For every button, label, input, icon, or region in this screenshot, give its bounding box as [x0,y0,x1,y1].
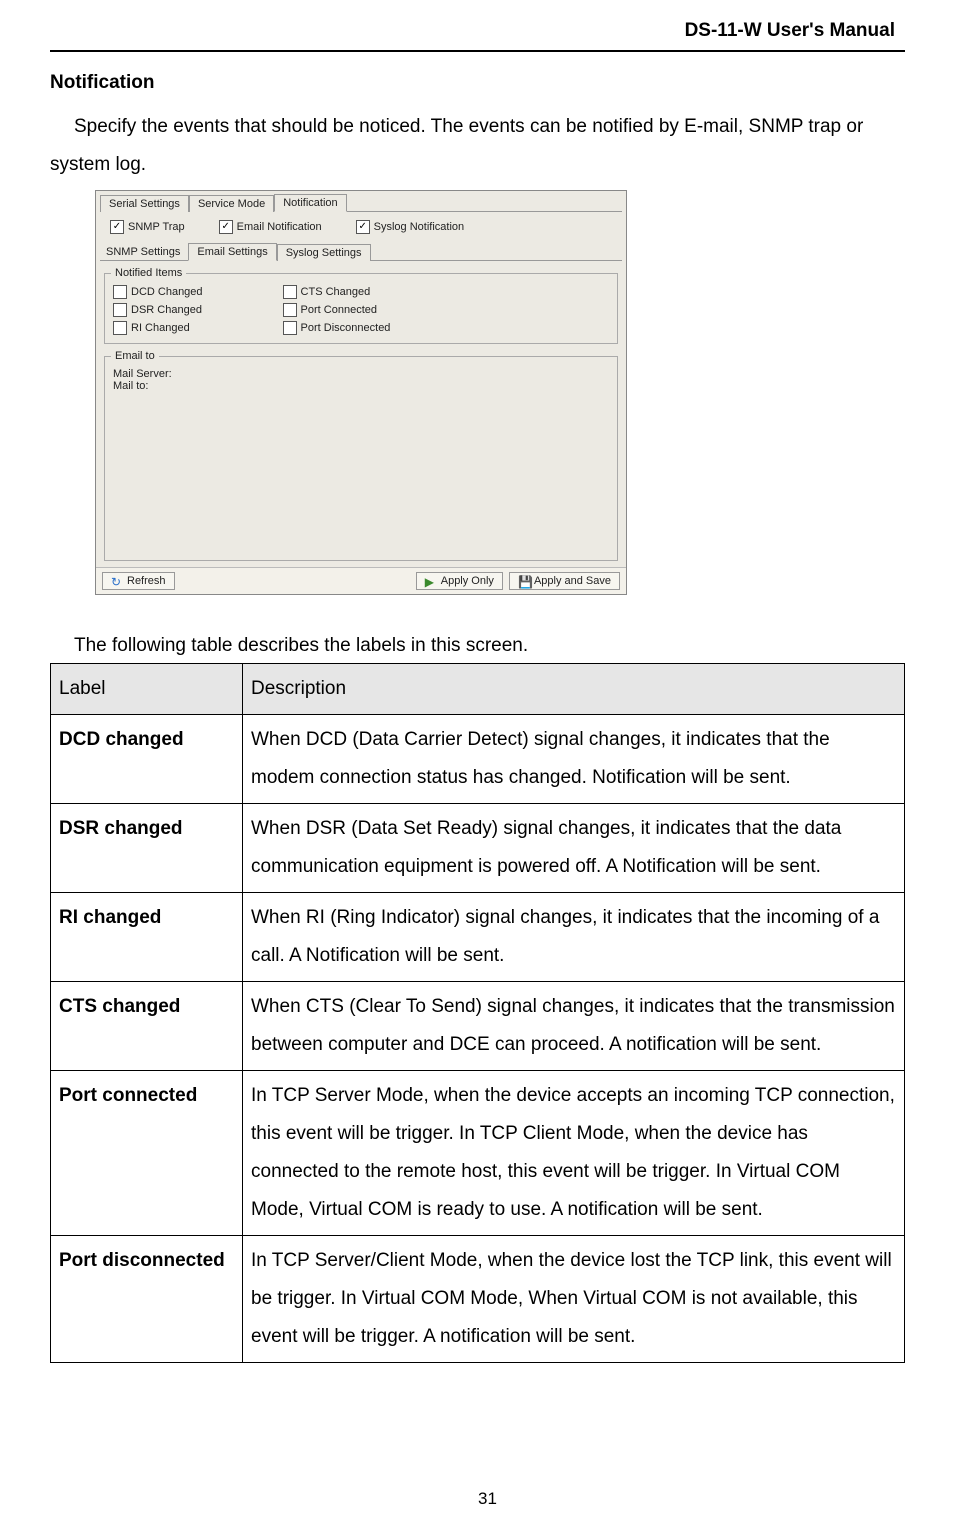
description-table: Label Description DCD changed When DCD (… [50,663,905,1363]
row-desc: When DCD (Data Carrier Detect) signal ch… [243,715,905,804]
check-dcd-changed[interactable]: DCD Changed [113,285,203,299]
th-label: Label [51,664,243,715]
apply-icon: ▶ [425,575,437,587]
checkbox-icon [283,303,297,317]
row-desc: In TCP Server Mode, when the device acce… [243,1071,905,1236]
row-label: Port connected [51,1071,243,1236]
row-label: DSR changed [51,804,243,893]
table-intro: The following table describes the labels… [74,635,905,657]
row-label: CTS changed [51,982,243,1071]
row-desc: When RI (Ring Indicator) signal changes,… [243,893,905,982]
screenshot-panel: Serial Settings Service Mode Notificatio… [95,190,627,595]
top-tabs: Serial Settings Service Mode Notificatio… [96,191,626,211]
checkbox-icon [356,220,370,234]
check-label: Port Connected [301,304,377,316]
check-label: Syslog Notification [374,221,465,233]
check-label: DCD Changed [131,286,203,298]
tab-syslog-settings[interactable]: Syslog Settings [277,244,371,261]
check-label: CTS Changed [301,286,371,298]
check-dsr-changed[interactable]: DSR Changed [113,303,203,317]
tab-service-mode[interactable]: Service Mode [189,195,274,212]
table-row: DSR changed When DSR (Data Set Ready) si… [51,804,905,893]
check-port-connected[interactable]: Port Connected [283,303,391,317]
checkbox-icon [110,220,124,234]
tab-email-settings[interactable]: Email Settings [188,243,276,261]
apply-only-button[interactable]: ▶ Apply Only [416,572,503,590]
check-label: DSR Changed [131,304,202,316]
refresh-button[interactable]: ↻ Refresh [102,572,175,590]
checkbox-icon [283,285,297,299]
check-label: RI Changed [131,322,190,334]
apply-only-label: Apply Only [441,575,494,587]
refresh-icon: ↻ [111,575,123,587]
table-row: DCD changed When DCD (Data Carrier Detec… [51,715,905,804]
tab-notification[interactable]: Notification [274,194,346,212]
check-label: SNMP Trap [128,221,185,233]
check-label: Port Disconnected [301,322,391,334]
check-ri-changed[interactable]: RI Changed [113,321,203,335]
snmp-settings-label: SNMP Settings [100,244,186,260]
email-to-fieldset: Email to Mail Server: Mail to: [104,350,618,561]
checkbox-icon [113,285,127,299]
row-label: RI changed [51,893,243,982]
tab-serial-settings[interactable]: Serial Settings [100,195,189,212]
check-email-notification[interactable]: Email Notification [219,220,322,234]
check-snmp-trap[interactable]: SNMP Trap [110,220,185,234]
notified-items-fieldset: Notified Items DCD Changed DSR Changed R… [104,267,618,344]
table-row: RI changed When RI (Ring Indicator) sign… [51,893,905,982]
refresh-label: Refresh [127,575,166,587]
header-rule [50,50,905,52]
row-desc: When DSR (Data Set Ready) signal changes… [243,804,905,893]
checkbox-icon [113,321,127,335]
section-intro: Specify the events that should be notice… [50,108,905,184]
table-header-row: Label Description [51,664,905,715]
checkbox-icon [219,220,233,234]
check-port-disconnected[interactable]: Port Disconnected [283,321,391,335]
row-desc: In TCP Server/Client Mode, when the devi… [243,1236,905,1363]
fieldset-legend: Notified Items [111,267,186,279]
checkbox-icon [113,303,127,317]
page-number: 31 [0,1489,975,1509]
mail-to-label: Mail to: [113,380,148,392]
checkbox-icon [283,321,297,335]
check-cts-changed[interactable]: CTS Changed [283,285,391,299]
apply-save-label: Apply and Save [534,575,611,587]
save-icon: 💾 [518,575,530,587]
table-row: Port connected In TCP Server Mode, when … [51,1071,905,1236]
section-title: Notification [50,72,905,94]
page-header-title: DS-11-W User's Manual [50,20,905,42]
screenshot-footer: ↻ Refresh ▶ Apply Only 💾 Apply and Save [96,567,626,594]
row-label: DCD changed [51,715,243,804]
email-to-legend: Email to [111,350,159,362]
notification-type-row: SNMP Trap Email Notification Syslog Noti… [96,212,626,242]
row-label: Port disconnected [51,1236,243,1363]
table-row: CTS changed When CTS (Clear To Send) sig… [51,982,905,1071]
table-row: Port disconnected In TCP Server/Client M… [51,1236,905,1363]
check-label: Email Notification [237,221,322,233]
th-description: Description [243,664,905,715]
apply-save-button[interactable]: 💾 Apply and Save [509,572,620,590]
mail-server-label: Mail Server: [113,368,172,380]
check-syslog-notification[interactable]: Syslog Notification [356,220,465,234]
row-desc: When CTS (Clear To Send) signal changes,… [243,982,905,1071]
